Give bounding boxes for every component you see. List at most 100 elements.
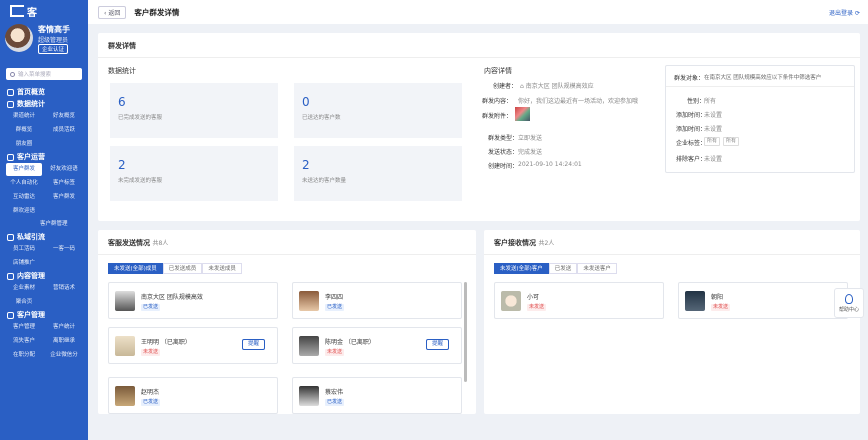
menu-item[interactable]: 一客一码: [46, 243, 82, 256]
logo[interactable]: 客: [0, 0, 88, 22]
menu-search-input[interactable]: 输入菜单搜索: [6, 68, 82, 80]
detail-card: 群发详情 数据统计 6 已完成发送的客服 0 已送达的客户数 2 未完成发送的客服 2…: [98, 33, 860, 221]
remind-button[interactable]: 提醒: [241, 339, 265, 350]
tab-staff-unsent[interactable]: 未发送成员: [202, 263, 242, 274]
tab-staff-all[interactable]: 未发送(全部)成员: [108, 263, 163, 274]
member-avatar[interactable]: [115, 386, 135, 406]
logout-label: 退出登录: [829, 10, 854, 17]
time-value: 2021-09-10 14:24:01: [518, 161, 582, 168]
section-title: 私域引流: [17, 233, 45, 241]
menu-item[interactable]: 客户管理: [6, 321, 42, 334]
menu-item[interactable]: 客户标签: [46, 177, 82, 190]
creator-text: 南京大区 团队规模高效应: [525, 83, 594, 90]
member-avatar[interactable]: [115, 336, 135, 356]
stat-card: 2 未送达的客户数量: [294, 146, 462, 201]
stat-label: 未完成发送的客服: [118, 178, 163, 184]
customer-avatar[interactable]: [501, 291, 521, 311]
tag-chip: 所有: [723, 137, 740, 146]
member-avatar[interactable]: [299, 386, 319, 406]
search-placeholder: 输入菜单搜索: [18, 72, 52, 78]
status-badge: 未发送: [141, 349, 161, 356]
member-avatar[interactable]: [299, 291, 319, 311]
customer-card: 客户接收情况 共2人 未发送(全部)客户 已发送 未发送客户 小可 未发送 朝阳未…: [484, 230, 860, 414]
divider: [666, 86, 854, 87]
menu-item[interactable]: 店铺推广: [6, 257, 42, 270]
attachment-thumbnail[interactable]: [515, 107, 530, 121]
menu-section-content[interactable]: 内容管理: [0, 270, 88, 282]
stat-card: 0 已送达的客户数: [294, 83, 462, 138]
menu-section-customer-mgmt[interactable]: 客户管理: [0, 309, 88, 321]
tags-list: 所有 所有: [704, 137, 740, 146]
menu-item[interactable]: 群概览: [6, 124, 42, 137]
scrollbar[interactable]: [464, 282, 467, 382]
content-icon: [7, 272, 14, 280]
menu-item[interactable]: 渠道统计: [6, 110, 42, 123]
tab-customer-sent[interactable]: 已发送: [548, 263, 578, 274]
menu-item-active[interactable]: 客户群发: [6, 163, 42, 176]
menu-item[interactable]: 互动雷达: [6, 191, 42, 204]
type-value: 立即发送: [518, 135, 543, 142]
section-title: 客户管理: [17, 311, 45, 319]
menu-item[interactable]: 在职分配: [6, 349, 42, 362]
menu-item[interactable]: 好友概览: [46, 110, 82, 123]
customer-name: 朝阳: [711, 294, 724, 301]
status-label: 发送状态：: [488, 149, 519, 156]
logout-link[interactable]: 退出登录 ⟳: [829, 8, 860, 17]
menu-section-traffic[interactable]: 私域引流: [0, 231, 88, 243]
menu-section-stats[interactable]: 数据统计: [0, 98, 88, 110]
menu-item[interactable]: 企业素材: [6, 282, 42, 295]
menu-section-customer-ops[interactable]: 客户运营: [0, 151, 88, 163]
content-label: 群发内容：: [482, 98, 513, 105]
avatar[interactable]: [5, 24, 33, 52]
tab-customer-all[interactable]: 未发送(全部)客户: [494, 263, 549, 274]
target-panel: 群发对象： 在南京大区 团队规模高效应以下条件中筛选客户 性别： 所有 添加时间…: [665, 65, 855, 173]
exclude-label: 排除客户：: [676, 156, 707, 163]
add-value: 未设置: [704, 112, 723, 119]
customer-avatar[interactable]: [685, 291, 705, 311]
customer-tabs: 未发送(全部)客户 已发送 未发送客户: [494, 263, 617, 274]
menu-item[interactable]: 成员活跃: [46, 124, 82, 137]
tab-customer-unsent[interactable]: 未发送客户: [577, 263, 617, 274]
member-avatar[interactable]: [299, 336, 319, 356]
menu-item[interactable]: 群欢迎语: [6, 205, 42, 218]
logo-mark-icon: [10, 5, 24, 17]
menu-item[interactable]: 好友欢迎语: [46, 163, 82, 176]
menu-item[interactable]: 客户群发: [46, 191, 82, 204]
tab-staff-sent[interactable]: 已发送成员: [162, 263, 203, 274]
divider: [98, 254, 476, 255]
menu-item[interactable]: 客户群管理: [0, 218, 88, 231]
remind-button[interactable]: 提醒: [425, 339, 449, 350]
stat-card: 2 未完成发送的客服: [110, 146, 278, 201]
menu-item[interactable]: 企业微信分: [46, 349, 82, 362]
menu-item[interactable]: 员工活码: [6, 243, 42, 256]
detail-title: 群发详情: [108, 42, 136, 50]
menu-item[interactable]: 离职继承: [46, 335, 82, 348]
menu-item[interactable]: 流失客户: [6, 335, 42, 348]
menu-item[interactable]: 营销话术: [46, 282, 82, 295]
status-badge: 未发送: [711, 304, 731, 311]
menu-item[interactable]: 朋友圈: [6, 138, 42, 151]
status-badge: 已发送: [141, 304, 161, 311]
stat-card: 6 已完成发送的客服: [110, 83, 278, 138]
status-badge: 未发送: [325, 349, 345, 356]
staff-title: 客服发送情况 共8人: [108, 238, 168, 248]
status-badge: 已发送: [325, 304, 345, 311]
help-center-button[interactable]: 帮助中心: [834, 288, 864, 318]
back-button[interactable]: ‹ 返回: [98, 5, 127, 19]
menu-item[interactable]: 聚合页: [6, 296, 42, 309]
member-card: 李四四 已发送: [292, 282, 462, 319]
search-icon: [10, 71, 15, 77]
sidebar: 客 客情高手 超级管理员 企业认证 输入菜单搜索 首页概览 数据统计 渠道统计 …: [0, 0, 88, 440]
profile: 客情高手 超级管理员 企业认证: [0, 22, 88, 64]
menu-item[interactable]: 个人自动化: [6, 177, 42, 190]
creator-label: 创建者：: [493, 83, 518, 90]
traffic-icon: [7, 233, 14, 241]
member-card: 蔡宏伟 已发送: [292, 377, 462, 414]
menu-item[interactable]: 客户统计: [46, 321, 82, 334]
profile-role: 超级管理员: [38, 37, 69, 44]
menu-home[interactable]: 首页概览: [0, 86, 88, 98]
member-avatar[interactable]: [115, 291, 135, 311]
page-title: 客户群发详情: [134, 7, 180, 17]
section-title: 数据统计: [17, 100, 45, 108]
member-name: 赵明杰: [141, 389, 160, 396]
